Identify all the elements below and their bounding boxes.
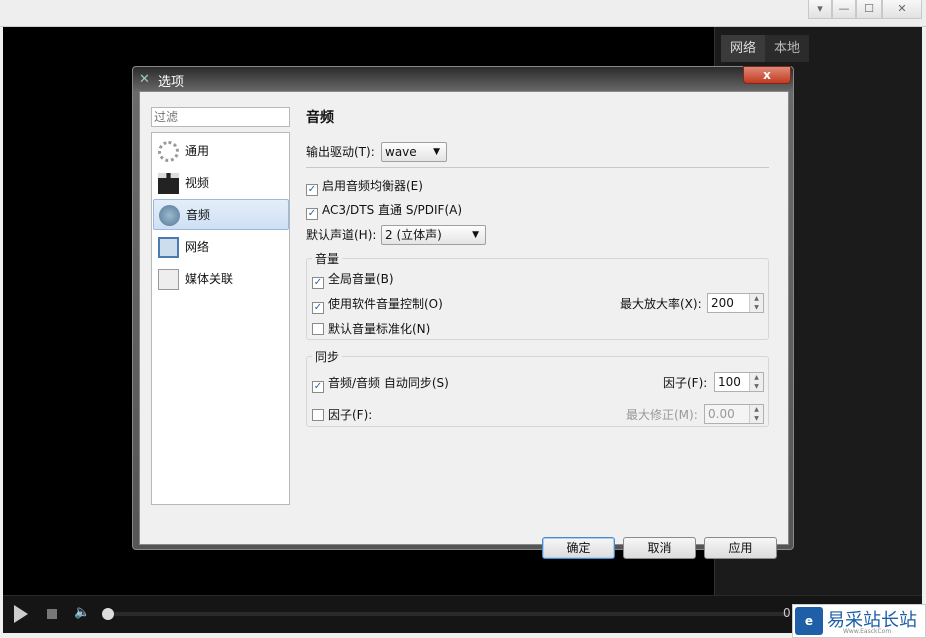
seek-handle[interactable] <box>102 608 114 620</box>
category-label: 音频 <box>186 208 211 222</box>
autosync-checkbox[interactable]: ✓ 音频/音频 自动同步(S) <box>312 374 449 393</box>
max-amp-spinbox[interactable]: 200 ▲ ▼ <box>707 293 764 313</box>
close-button[interactable]: ✕ <box>882 0 922 19</box>
category-list: 通用 视频 音频 网络 媒体关联 <box>151 132 290 505</box>
max-correction-spinbox[interactable]: 0.00 ▲ ▼ <box>704 404 764 424</box>
options-dialog: ✕ 选项 x 通用 视频 音频 网络 媒体关联 音频 输出驱动(T): wave… <box>132 66 794 559</box>
category-label: 网络 <box>185 240 210 254</box>
clapperboard-icon <box>158 173 179 194</box>
watermark-logo: e 易采站长站 Www.EasckCom <box>792 604 926 638</box>
title-bar <box>0 0 926 27</box>
seek-bar[interactable] <box>108 612 788 616</box>
category-general[interactable]: 通用 <box>153 136 289 167</box>
max-correction-label: 最大修正(M): <box>626 408 698 422</box>
file-association-icon <box>158 269 179 290</box>
tab-local[interactable]: 本地 <box>765 35 809 62</box>
output-driver-label: 输出驱动(T): <box>306 145 375 159</box>
tools-icon: ✕ <box>139 72 150 87</box>
channels-value: 2 (立体声) <box>385 228 442 242</box>
category-label: 视频 <box>185 176 210 190</box>
network-icon <box>158 237 179 258</box>
spin-arrows-icon: ▲ ▼ <box>749 373 763 391</box>
page-title: 音频 <box>306 110 334 126</box>
factor2-checkbox[interactable]: 因子(F): <box>312 406 372 424</box>
chevron-down-icon: ▼ <box>472 230 479 240</box>
sync-group-title: 同步 <box>312 348 343 365</box>
soft-volume-checkbox[interactable]: ✓ 使用软件音量控制(O) <box>312 295 443 314</box>
category-network[interactable]: 网络 <box>153 232 289 263</box>
separator <box>306 167 769 168</box>
category-video[interactable]: 视频 <box>153 168 289 199</box>
channels-label: 默认声道(H): <box>306 228 377 242</box>
apply-button[interactable]: 应用 <box>704 537 777 559</box>
filter-input[interactable] <box>151 107 290 127</box>
gear-icon <box>158 141 179 162</box>
volume-icon[interactable]: 🔈 <box>74 605 90 620</box>
dialog-title: 选项 <box>158 75 185 90</box>
factor-spinbox[interactable]: 100 ▲ ▼ <box>714 372 764 392</box>
stop-icon[interactable] <box>47 609 57 619</box>
spin-arrows-icon: ▲ ▼ <box>749 294 763 312</box>
cancel-button[interactable]: 取消 <box>623 537 696 559</box>
output-driver-select[interactable]: wave ▼ <box>381 142 447 162</box>
channels-select[interactable]: 2 (立体声) ▼ <box>381 225 486 245</box>
max-amp-label: 最大放大率(X): <box>620 297 702 311</box>
dialog-close-button[interactable]: x <box>743 66 791 84</box>
play-icon[interactable] <box>14 605 28 623</box>
category-audio[interactable]: 音频 <box>153 199 289 230</box>
output-driver-value: wave <box>385 145 417 159</box>
category-file-association[interactable]: 媒体关联 <box>153 264 289 295</box>
menu-button[interactable]: ▾ <box>808 0 832 19</box>
passthrough-checkbox[interactable]: ✓ AC3/DTS 直通 S/PDIF(A) <box>306 201 462 220</box>
spin-arrows-icon: ▲ ▼ <box>749 405 763 423</box>
category-label: 通用 <box>185 144 210 158</box>
speaker-icon <box>159 205 180 226</box>
category-label: 媒体关联 <box>185 272 234 286</box>
ok-button[interactable]: 确定 <box>542 537 615 559</box>
factor-label: 因子(F): <box>663 376 708 390</box>
chevron-down-icon: ▼ <box>433 147 440 157</box>
minimize-button[interactable]: — <box>832 0 856 19</box>
tab-network[interactable]: 网络 <box>721 35 765 62</box>
enable-eq-checkbox[interactable]: ✓ 启用音频均衡器(E) <box>306 177 423 196</box>
maximize-button[interactable]: ☐ <box>856 0 882 19</box>
volume-group-title: 音量 <box>312 250 343 267</box>
time-label: 0 <box>783 606 791 620</box>
normalize-checkbox[interactable]: 默认音量标准化(N) <box>312 320 430 338</box>
global-volume-checkbox[interactable]: ✓ 全局音量(B) <box>312 270 394 289</box>
